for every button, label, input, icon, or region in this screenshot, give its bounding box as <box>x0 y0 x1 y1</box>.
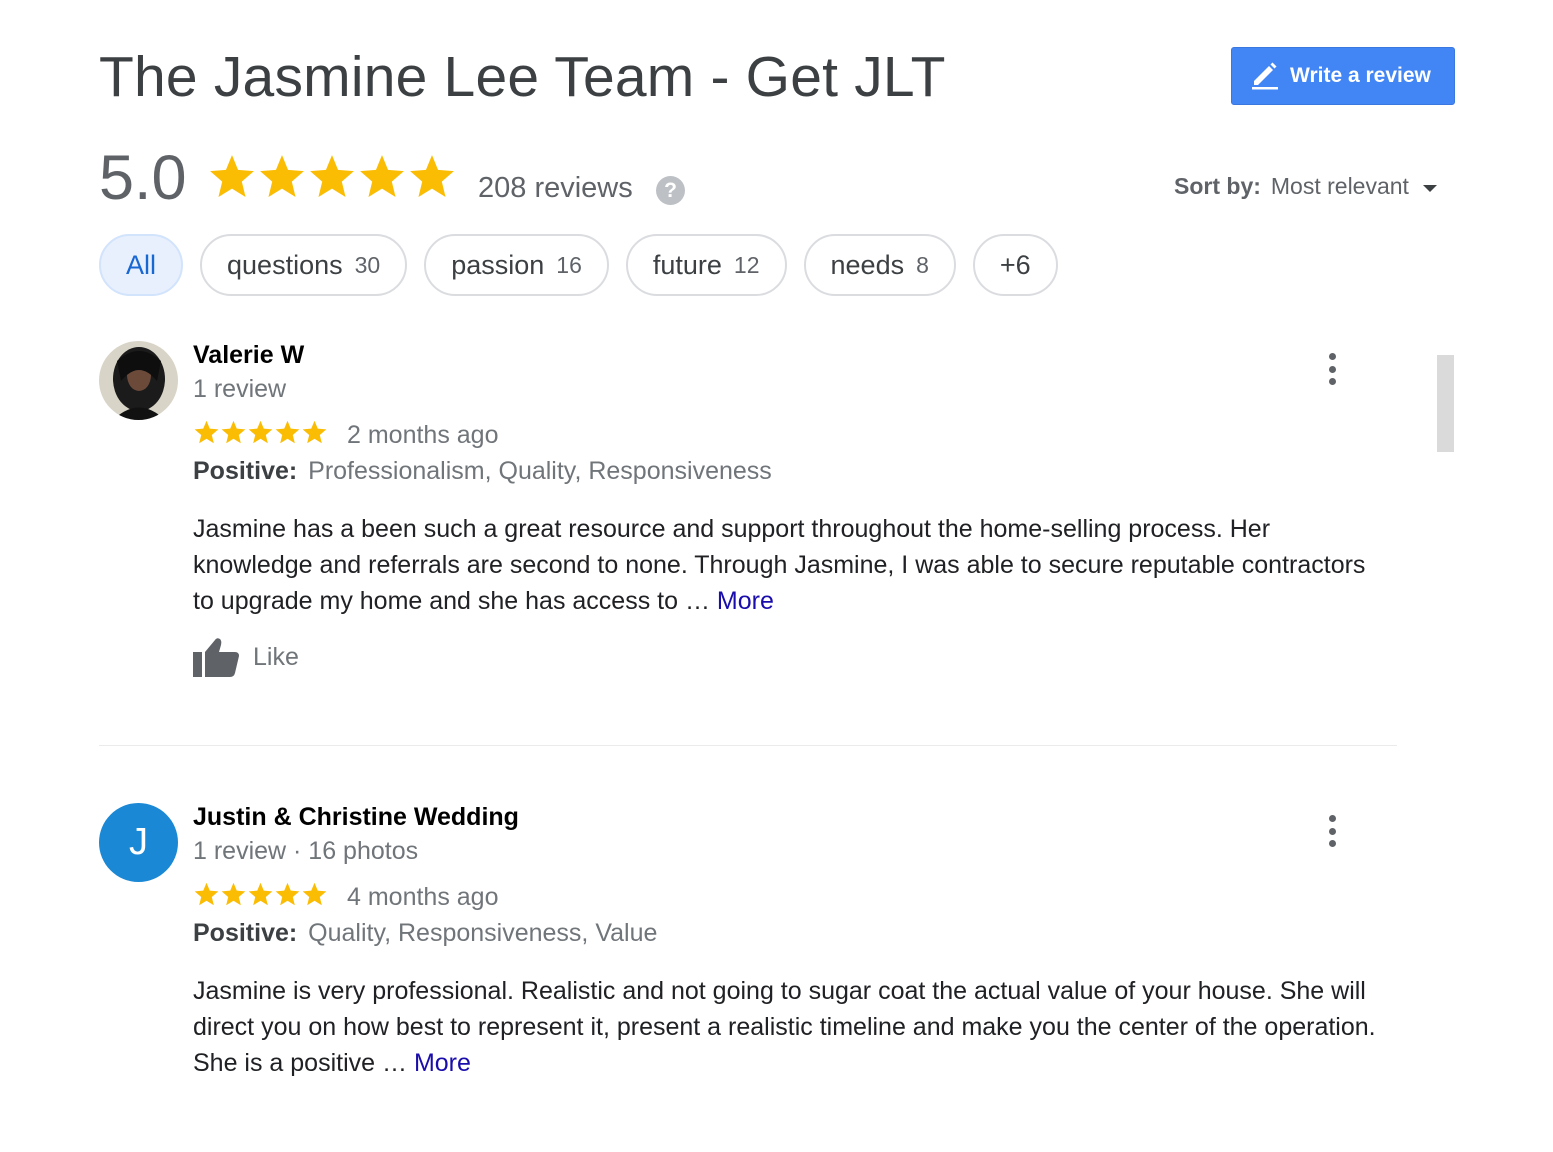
average-rating: 5.0 <box>99 143 187 213</box>
more-link[interactable]: More <box>717 587 774 615</box>
chip-needs[interactable]: needs 8 <box>803 234 956 296</box>
positive-values: Quality, Responsiveness, Value <box>308 919 658 947</box>
review-positive: Positive: Professionalism, Quality, Resp… <box>193 457 772 486</box>
chip-count: 16 <box>556 251 582 278</box>
profile-photo <box>99 341 178 420</box>
topic-chips: All questions 30 passion 16 future 12 ne… <box>99 234 1075 296</box>
chip-label: passion <box>451 249 545 280</box>
star-icon <box>302 420 327 444</box>
chip-label: future <box>652 249 722 280</box>
more-options-icon[interactable] <box>1320 353 1344 385</box>
review-item: J Justin & Christine Wedding 1 review · … <box>99 803 1399 1103</box>
star-icon <box>194 420 219 444</box>
chip-future[interactable]: future 12 <box>625 234 787 296</box>
thumbs-up-icon <box>193 638 239 677</box>
star-icon <box>210 155 254 197</box>
star-icon <box>194 882 219 906</box>
chip-passion[interactable]: passion 16 <box>424 234 609 296</box>
review-stars <box>193 419 328 446</box>
review-time: 2 months ago <box>347 421 499 449</box>
review-text: Jasmine is very professional. Realistic … <box>193 973 1383 1081</box>
avatar[interactable]: J <box>99 803 178 882</box>
review-time: 4 months ago <box>347 883 499 911</box>
review-body: Jasmine has a been such a great resource… <box>193 515 1366 615</box>
positive-values: Professionalism, Quality, Responsiveness <box>308 457 772 485</box>
star-icon <box>221 420 246 444</box>
sort-dropdown[interactable]: Sort by: Most relevant <box>1174 173 1437 200</box>
chip-label: +6 <box>999 249 1031 280</box>
review-body: Jasmine is very professional. Realistic … <box>193 977 1376 1077</box>
chip-label: All <box>126 249 157 280</box>
more-options-icon[interactable] <box>1320 815 1344 847</box>
caret-down-icon <box>1422 184 1437 192</box>
write-review-button[interactable]: Write a review <box>1231 47 1455 105</box>
divider <box>99 745 1397 746</box>
scrollbar[interactable] <box>1437 355 1454 452</box>
sort-value: Most relevant <box>1270 173 1409 199</box>
review-text: Jasmine has a been such a great resource… <box>193 511 1383 619</box>
star-icon <box>275 882 300 906</box>
reviewer-name[interactable]: Valerie W <box>193 341 304 370</box>
chip-more[interactable]: +6 <box>972 234 1058 296</box>
chip-all[interactable]: All <box>99 234 184 296</box>
more-link[interactable]: More <box>414 1049 471 1077</box>
review-item: Valerie W 1 review 2 months ago Positive… <box>99 341 1399 721</box>
star-icon <box>275 420 300 444</box>
star-icon <box>302 882 327 906</box>
pencil-icon <box>1252 62 1278 90</box>
review-count[interactable]: 208 reviews <box>478 172 633 205</box>
review-positive: Positive: Quality, Responsiveness, Value <box>193 919 657 948</box>
star-icon <box>248 420 273 444</box>
chip-count: 30 <box>354 251 381 278</box>
review-stars <box>193 881 328 908</box>
chip-label: questions <box>227 249 343 280</box>
write-review-label: Write a review <box>1290 64 1431 87</box>
help-icon[interactable]: ? <box>656 176 685 205</box>
reviewer-name[interactable]: Justin & Christine Wedding <box>193 803 519 832</box>
like-label: Like <box>253 642 299 671</box>
star-icon <box>360 155 404 197</box>
positive-label: Positive: <box>193 919 298 947</box>
like-button[interactable]: Like <box>193 637 299 677</box>
reviewer-meta: 1 review <box>193 375 287 403</box>
rating-stars <box>207 152 457 202</box>
chip-questions[interactable]: questions 30 <box>200 234 408 296</box>
positive-label: Positive: <box>193 457 298 485</box>
star-icon <box>221 882 246 906</box>
chip-count: 12 <box>733 251 760 278</box>
page-title: The Jasmine Lee Team - Get JLT <box>99 45 946 109</box>
star-icon <box>248 882 273 906</box>
avatar[interactable] <box>99 341 178 420</box>
sort-label: Sort by: <box>1174 173 1261 199</box>
reviewer-meta: 1 review · 16 photos <box>193 837 419 865</box>
star-icon <box>260 155 304 197</box>
chip-count: 8 <box>916 251 929 278</box>
star-icon <box>310 155 354 197</box>
chip-label: needs <box>830 249 905 280</box>
star-icon <box>410 155 454 197</box>
